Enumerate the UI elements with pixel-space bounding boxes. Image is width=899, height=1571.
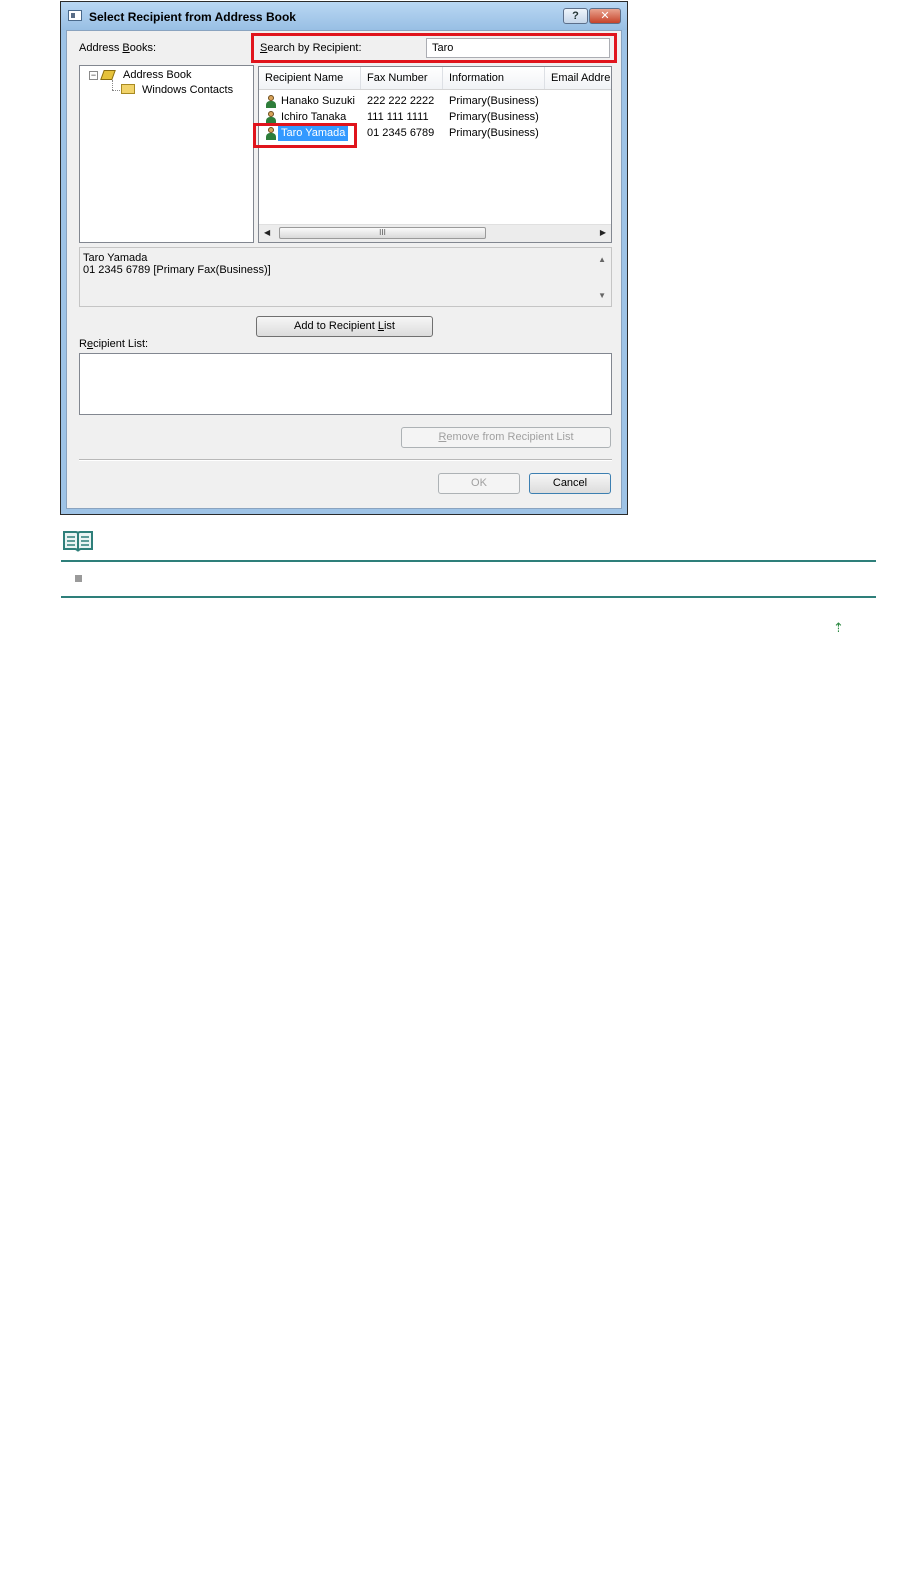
column-email-address[interactable]: Email Addre — [545, 67, 611, 89]
remove-from-recipient-list-button[interactable]: Remove from Recipient List — [401, 427, 611, 448]
information: Primary(Business) — [449, 127, 539, 139]
search-input[interactable] — [426, 38, 610, 58]
separator — [79, 459, 612, 461]
column-recipient-name[interactable]: Recipient Name — [259, 67, 361, 89]
tree-connector — [112, 80, 113, 90]
cancel-button[interactable]: Cancel — [529, 473, 611, 494]
add-to-recipient-list-button[interactable]: Add to Recipient List — [256, 316, 433, 337]
page-top-arrow-icon[interactable]: ⇡ — [833, 620, 844, 636]
scroll-right-icon[interactable]: ▶ — [600, 228, 606, 237]
help-button[interactable]: ? — [563, 8, 588, 24]
fax-number: 111 111 1111 — [367, 111, 429, 123]
search-by-recipient-label: Search by Recipient: — [260, 42, 362, 54]
selected-name-highlight-frame — [253, 123, 357, 148]
fax-number: 01 2345 6789 — [367, 127, 435, 139]
list-row[interactable]: Hanako Suzuki 222 222 2222 Primary(Busin… — [259, 94, 611, 110]
recipient-name: Hanako Suzuki — [281, 95, 355, 107]
tree-connector — [112, 90, 120, 91]
note-rule-top — [61, 560, 876, 562]
contact-icon — [265, 95, 277, 108]
recipient-list-box[interactable] — [79, 353, 612, 415]
address-books-tree[interactable]: − Address Book Windows Contacts — [79, 65, 254, 243]
scroll-thumb[interactable]: III — [279, 227, 486, 239]
select-recipient-dialog: Select Recipient from Address Book ? ✕ A… — [60, 1, 628, 515]
horizontal-scrollbar[interactable]: ◀ III ▶ — [259, 224, 611, 242]
note-book-icon — [63, 531, 93, 552]
app-icon — [68, 10, 82, 21]
information: Primary(Business) — [449, 95, 539, 107]
dialog-title: Select Recipient from Address Book — [89, 10, 296, 24]
detail-name: Taro Yamada — [83, 252, 148, 264]
tree-item-windows-contacts[interactable]: Windows Contacts — [142, 84, 233, 96]
folder-icon — [121, 84, 135, 94]
detail-fax: 01 2345 6789 [Primary Fax(Business)] — [83, 264, 271, 276]
recipient-list-label: Recipient List: — [79, 338, 149, 350]
close-button[interactable]: ✕ — [589, 8, 621, 24]
tree-item-address-book[interactable]: Address Book — [123, 69, 191, 81]
scroll-down-icon[interactable]: ▼ — [598, 290, 606, 302]
recipient-detail-box: Taro Yamada 01 2345 6789 [Primary Fax(Bu… — [79, 247, 612, 307]
address-book-icon — [100, 70, 116, 80]
address-books-label: Address Books: — [79, 42, 157, 54]
column-fax-number[interactable]: Fax Number — [361, 67, 443, 89]
collapse-icon[interactable]: − — [89, 71, 98, 80]
list-header: Recipient Name Fax Number Information Em… — [259, 67, 611, 90]
fax-number: 222 222 2222 — [367, 95, 435, 107]
recipient-list-view[interactable]: Recipient Name Fax Number Information Em… — [258, 66, 612, 243]
title-bar[interactable]: Select Recipient from Address Book ? ✕ — [61, 2, 627, 30]
ok-button[interactable]: OK — [438, 473, 520, 494]
recipient-name: Ichiro Tanaka — [281, 111, 347, 123]
note-rule-bottom — [61, 596, 876, 598]
note-bullet-icon — [75, 575, 82, 582]
dialog-client-area: Address Books: Search by Recipient: − Ad… — [66, 30, 622, 509]
scroll-left-icon[interactable]: ◀ — [264, 228, 270, 237]
information: Primary(Business) — [449, 111, 539, 123]
scroll-up-icon[interactable]: ▲ — [598, 254, 606, 266]
column-information[interactable]: Information — [443, 67, 545, 89]
